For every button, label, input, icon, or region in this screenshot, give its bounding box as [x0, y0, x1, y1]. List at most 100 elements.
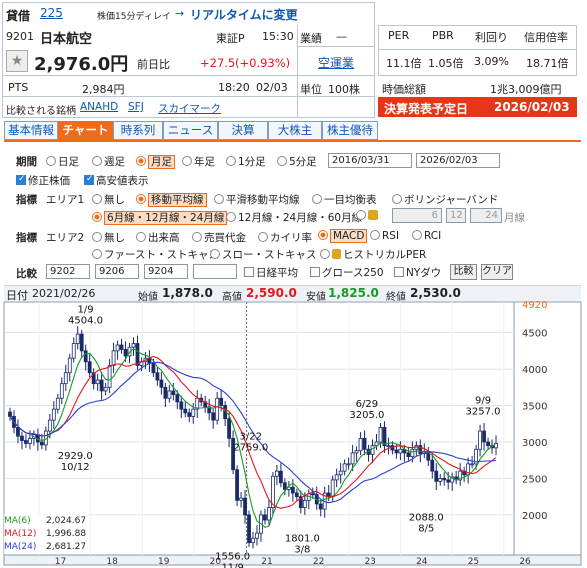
candle-up	[302, 499, 307, 509]
candle-down	[20, 435, 24, 441]
candle-down	[247, 514, 251, 544]
candle-down	[159, 379, 164, 388]
annotation-label: 1556.0	[215, 551, 250, 562]
candle-up	[71, 343, 76, 359]
ma24-legend-value: 2,681.27	[46, 542, 87, 552]
annotation-label: 1/9	[78, 304, 94, 315]
candle-down	[282, 482, 287, 490]
candle-up	[338, 470, 343, 476]
candle-down	[155, 372, 160, 381]
candle-down	[99, 379, 104, 392]
x-tick-label: 19	[158, 557, 170, 567]
annotation-label: 2759.0	[233, 443, 268, 454]
y-tick-label: 4000	[522, 365, 547, 376]
y-tick-label: 4500	[522, 329, 547, 340]
candle-down	[446, 479, 451, 483]
ma6-legend-value: 2,024.67	[46, 516, 87, 526]
candle-up	[131, 343, 136, 348]
candle-up	[75, 333, 80, 344]
annotation-label: 3257.0	[466, 406, 501, 417]
x-tick-label: 17	[55, 557, 66, 567]
candle-down	[119, 344, 124, 350]
x-axis-strip	[3, 554, 582, 566]
candle-down	[179, 401, 184, 410]
candle-down	[8, 411, 12, 417]
candle-down	[187, 412, 192, 417]
candle-up	[478, 430, 482, 450]
candle-up	[115, 344, 120, 352]
candle-up	[386, 445, 391, 448]
candle-down	[219, 397, 224, 406]
candle-up	[358, 437, 363, 452]
ma12-legend-value: 1,996.88	[46, 529, 87, 539]
candle-down	[151, 362, 156, 374]
y-tick-label: 3500	[522, 402, 547, 413]
candle-down	[434, 470, 439, 482]
x-tick-label: 21	[261, 557, 272, 567]
candle-up	[470, 463, 475, 466]
annotation-label: 9/9	[475, 395, 491, 406]
annotation-label: 3/8	[294, 544, 310, 555]
candle-down	[290, 486, 295, 494]
x-tick-label: 24	[416, 557, 428, 567]
candle-down	[278, 470, 283, 484]
candle-down	[175, 394, 180, 403]
candle-up	[59, 383, 64, 399]
annotation-label: 8/5	[418, 523, 434, 534]
candle-up	[47, 419, 52, 432]
candle-down	[243, 497, 247, 516]
candle-up	[239, 497, 243, 501]
candle-down	[318, 503, 323, 510]
candle-up	[107, 365, 112, 388]
candle-up	[63, 372, 68, 385]
candle-down	[135, 343, 140, 366]
candle-down	[394, 449, 399, 454]
candle-down	[87, 361, 92, 374]
x-tick-label: 23	[364, 557, 375, 567]
annotation-label: 1801.0	[285, 533, 320, 544]
annotation-label: 6/29	[356, 399, 378, 410]
candle-up	[354, 450, 359, 454]
candle-down	[183, 408, 188, 414]
candle-up	[350, 452, 355, 465]
candle-down	[294, 492, 299, 498]
candle-down	[227, 418, 232, 439]
candle-up	[67, 357, 72, 374]
candle-up	[167, 390, 172, 399]
candle-down	[83, 350, 88, 363]
y-tick-label: 2500	[522, 474, 547, 485]
candle-down	[235, 469, 239, 501]
candle-down	[382, 427, 387, 447]
candle-down	[24, 440, 28, 444]
ma6-legend-label: MA(6)	[4, 516, 31, 526]
ma12-legend-label: MA(12)	[4, 529, 37, 539]
candlestick-chart[interactable]: 200025003000350040004500492017 18 19 20 21 22…	[0, 0, 587, 568]
x-tick-label: 25	[468, 557, 479, 567]
candle-down	[406, 452, 411, 457]
candle-up	[215, 397, 220, 421]
x-tick-label: 22	[313, 557, 324, 567]
candle-up	[103, 386, 108, 392]
candle-down	[263, 514, 267, 521]
annotation-label: 3/22	[240, 432, 262, 443]
candle-down	[171, 390, 176, 395]
candle-down	[163, 386, 168, 399]
ma24-legend-label: MA(24)	[4, 542, 37, 552]
candle-down	[211, 412, 216, 421]
annotation-label: 2929.0	[58, 451, 93, 462]
candle-down	[39, 441, 44, 446]
candle-up	[191, 408, 196, 417]
candle-down	[362, 437, 367, 450]
candle-down	[430, 459, 435, 472]
candle-up	[275, 470, 279, 477]
candle-up	[267, 507, 271, 521]
y-tick-label: 3000	[522, 438, 547, 449]
annotation-label: 10/12	[61, 462, 90, 473]
candle-up	[51, 408, 56, 421]
y-top-label: 4920	[522, 300, 547, 311]
candle-down	[442, 478, 447, 481]
candle-down	[16, 427, 20, 437]
x-tick-label: 18	[106, 557, 118, 567]
candle-up	[55, 397, 60, 410]
candle-up	[342, 463, 347, 472]
